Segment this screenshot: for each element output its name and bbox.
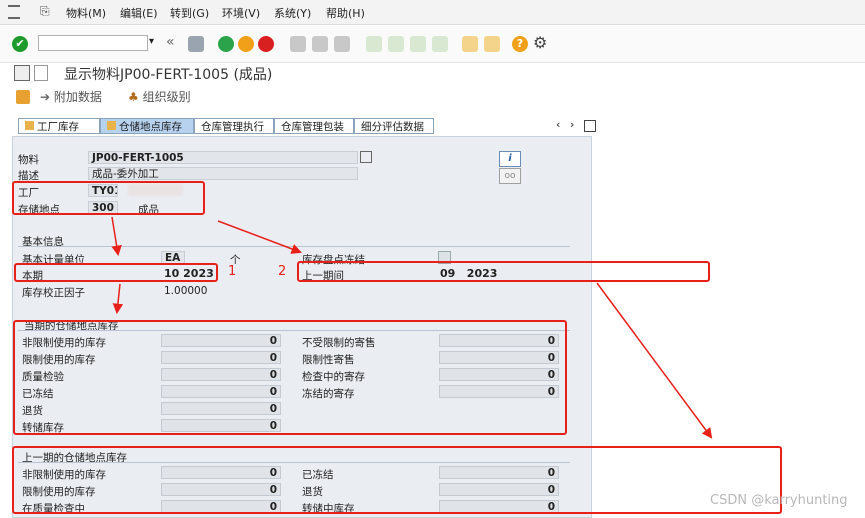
watermark: CSDN @karryhunting [710, 493, 848, 508]
annotation-arrows [111, 216, 713, 439]
arrow-to-previous [596, 282, 713, 439]
arrow-to-period [111, 216, 122, 257]
arrow-to-prev-period [217, 220, 302, 254]
arrow-to-current [112, 283, 124, 315]
